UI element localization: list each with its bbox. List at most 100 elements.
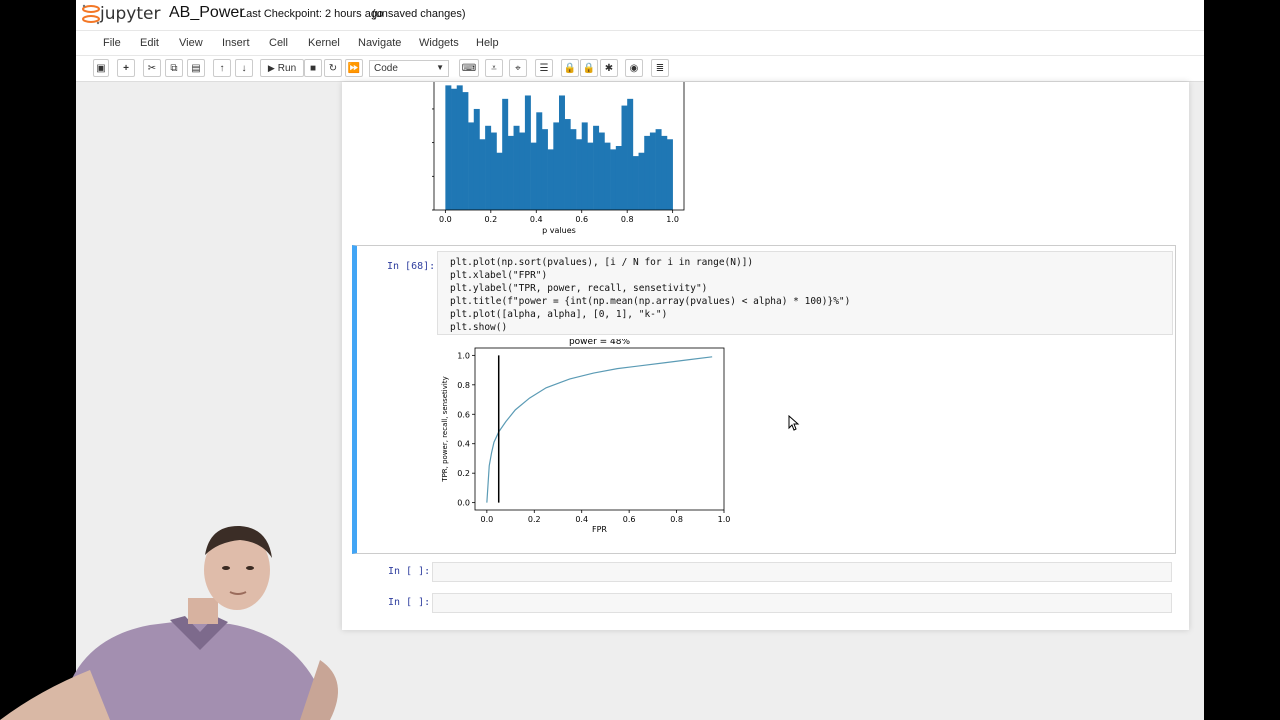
github-icon: ◉ bbox=[629, 62, 639, 74]
menu-kernel[interactable]: Kernel bbox=[308, 37, 340, 49]
roc-curve-chart: power = 48% 0.0 0.2 0.4 0.6 0.8 1.0 0.0 0.2 0.4 0.… bbox=[441, 339, 731, 534]
histogram-bar bbox=[621, 105, 628, 210]
x-tick-label: 0.4 bbox=[530, 215, 543, 224]
cut-button[interactable]: ✂ bbox=[143, 59, 161, 77]
stop-button[interactable]: ■ bbox=[304, 59, 322, 77]
restart-run-all-button[interactable]: ⏩ bbox=[345, 59, 363, 77]
add-cell-button[interactable]: + bbox=[117, 59, 135, 77]
copy-icon: ⧉ bbox=[170, 62, 178, 74]
x-axis-label: p values bbox=[542, 226, 576, 235]
list-icon: ≣ bbox=[655, 62, 665, 74]
checkpoint-status: Last Checkpoint: 2 hours ago bbox=[240, 8, 384, 20]
lock-button-2[interactable]: 🔒 bbox=[580, 59, 598, 77]
move-up-button[interactable]: ↑ bbox=[213, 59, 231, 77]
histogram-bar bbox=[581, 122, 588, 210]
play-icon: ▶ bbox=[267, 62, 275, 73]
code-line: plt.ylabel("TPR, power, recall, sensetiv… bbox=[450, 283, 708, 294]
histogram-bar bbox=[524, 95, 531, 210]
code-editor[interactable] bbox=[432, 593, 1172, 613]
logo-text: jupyter bbox=[100, 4, 161, 24]
add-icon: + bbox=[123, 62, 129, 74]
jupyter-logo-icon bbox=[82, 4, 100, 25]
x-tick-label: 1.0 bbox=[666, 215, 679, 224]
histogram-bar bbox=[604, 142, 611, 210]
y-tick-label: 0.4 bbox=[457, 440, 470, 449]
y-tick-label: 0.2 bbox=[457, 469, 470, 478]
histogram-bar bbox=[445, 85, 452, 210]
histogram-bar bbox=[468, 122, 475, 210]
cell-prompt: In [ ]: bbox=[388, 566, 431, 577]
restart-button[interactable]: ↻ bbox=[324, 59, 342, 77]
chart-title: power = 48% bbox=[569, 339, 631, 347]
menu-file[interactable]: File bbox=[103, 37, 121, 49]
collapse-icon: ⩡ bbox=[491, 62, 497, 74]
empty-code-cell[interactable]: In [ ]: bbox=[352, 590, 1176, 616]
histogram-bar bbox=[473, 108, 480, 210]
histogram-bar bbox=[502, 98, 509, 210]
histogram-bar bbox=[513, 125, 520, 210]
histogram-bar bbox=[632, 156, 639, 210]
lock-icon: 🔒 bbox=[563, 62, 577, 74]
histogram-bar bbox=[655, 129, 662, 210]
webcam-presenter-image bbox=[0, 525, 338, 720]
menu-cell[interactable]: Cell bbox=[269, 37, 288, 49]
histogram-bar bbox=[519, 132, 526, 210]
menu-edit[interactable]: Edit bbox=[140, 37, 159, 49]
x-tick-label: 0.2 bbox=[528, 515, 541, 524]
x-tick-label: 0.0 bbox=[480, 515, 493, 524]
save-button[interactable]: ▣ bbox=[93, 59, 109, 77]
paste-button[interactable]: ▤ bbox=[187, 59, 205, 77]
menu-navigate[interactable]: Navigate bbox=[358, 37, 401, 49]
menu-widgets[interactable]: Widgets bbox=[419, 37, 459, 49]
code-cell-68[interactable]: In [68]: plt.plot(np.sort(pvalues), [i /… bbox=[352, 245, 1176, 554]
histogram-chart: 0.00.20.40.60.81.00102030p values bbox=[432, 82, 685, 235]
unsaved-status: (unsaved changes) bbox=[372, 8, 466, 20]
toc-button[interactable]: ☰ bbox=[535, 59, 553, 77]
list-button[interactable]: ≣ bbox=[651, 59, 669, 77]
code-editor[interactable] bbox=[432, 562, 1172, 582]
collapse-button[interactable]: ⩡ bbox=[485, 59, 503, 77]
histogram-bar bbox=[666, 139, 673, 210]
x-tick-label: 1.0 bbox=[718, 515, 731, 524]
copy-button[interactable]: ⧉ bbox=[165, 59, 183, 77]
lock-button[interactable]: 🔒 bbox=[561, 59, 579, 77]
x-tick-label: 0.4 bbox=[575, 515, 588, 524]
empty-code-cell[interactable]: In [ ]: bbox=[352, 559, 1176, 585]
code-editor[interactable]: plt.plot(np.sort(pvalues), [i / N for i … bbox=[437, 251, 1173, 335]
run-label: Run bbox=[277, 62, 297, 74]
notebook-name[interactable]: AB_Power bbox=[169, 4, 245, 22]
histogram-bar bbox=[559, 95, 565, 210]
chevron-down-icon: ▼ bbox=[436, 63, 444, 72]
histogram-bar bbox=[649, 132, 656, 210]
stop-icon: ■ bbox=[309, 62, 317, 74]
arrow-up-icon: ↑ bbox=[219, 62, 225, 74]
histogram-bar bbox=[507, 135, 514, 210]
toolbar: ▣ + ✂ ⧉ ▤ ↑ ↓ ▶ Run ■ ↻ ⏩ Code ▼ ⌨ ⩡ ⌖ ☰… bbox=[76, 56, 1204, 82]
cell-type-select[interactable]: Code ▼ bbox=[369, 60, 449, 77]
cell-prompt: In [68]: bbox=[387, 261, 436, 272]
histogram-bar bbox=[661, 135, 668, 210]
asterisk-button[interactable]: ✱ bbox=[600, 59, 618, 77]
y-tick-label: 0.0 bbox=[457, 499, 470, 508]
menu-view[interactable]: View bbox=[179, 37, 203, 49]
y-tick-label: 0.8 bbox=[457, 381, 470, 390]
github-button[interactable]: ◉ bbox=[625, 59, 643, 77]
move-down-button[interactable]: ↓ bbox=[235, 59, 253, 77]
cell-type-value: Code bbox=[374, 63, 398, 74]
command-palette-button[interactable]: ⌨ bbox=[459, 59, 479, 77]
keyboard-icon: ⌨ bbox=[461, 62, 477, 74]
cell-prompt: In [ ]: bbox=[388, 597, 431, 608]
asterisk-icon: ✱ bbox=[604, 62, 614, 74]
notebook-container[interactable]: 0.00.20.40.60.81.00102030p values In [68… bbox=[342, 82, 1189, 630]
histogram-bar bbox=[576, 139, 583, 210]
menu-help[interactable]: Help bbox=[476, 37, 499, 49]
code-line: plt.title(f"power = {int(np.mean(np.arra… bbox=[450, 296, 851, 307]
menu-insert[interactable]: Insert bbox=[222, 37, 250, 49]
code-line: plt.show() bbox=[450, 322, 508, 333]
crosshair-button[interactable]: ⌖ bbox=[509, 59, 527, 77]
fast-forward-icon: ⏩ bbox=[347, 62, 361, 74]
list-icon: ☰ bbox=[539, 62, 549, 74]
run-button[interactable]: ▶ Run bbox=[260, 59, 304, 77]
x-tick-label: 0.8 bbox=[621, 215, 634, 224]
histogram-bar bbox=[570, 129, 577, 210]
